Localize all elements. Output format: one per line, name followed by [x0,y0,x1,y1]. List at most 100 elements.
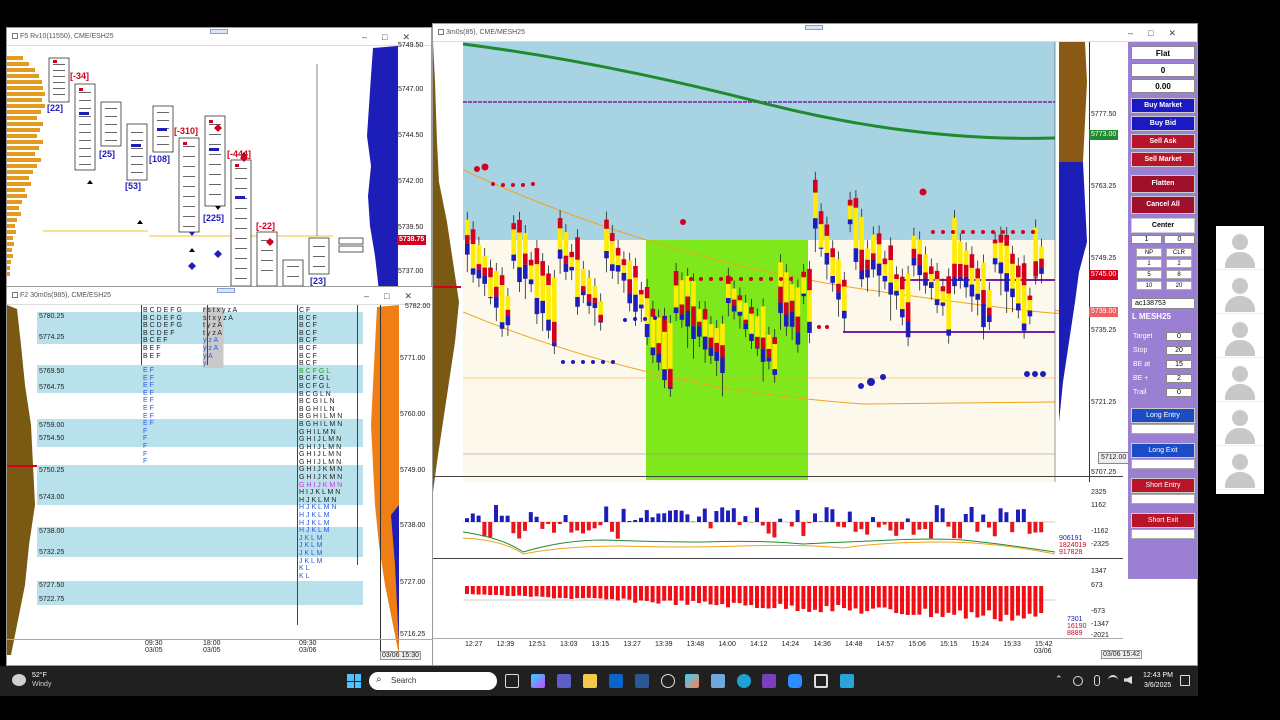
candle-segment [830,276,835,283]
osc-bar [523,522,527,531]
cancel-all-button[interactable]: Cancel All [1131,196,1195,214]
sell-market-button[interactable]: Sell Market [1131,152,1195,167]
weather-temp[interactable]: 52°F [32,672,47,679]
preset-5[interactable]: 5 [1136,270,1162,279]
window-controls[interactable]: ‒□✕ [1128,24,1191,42]
candle-segment [1039,246,1044,259]
window-main-chart[interactable]: 3m0s(85), CME/MESH25 ‒□✕ 5777.50 5763.25… [432,23,1198,666]
window-ticks-chart[interactable]: F5 Rv10(11550), CME/ESH25 ‒□✕ [-34] [22]… [6,27,432,290]
copilot-icon[interactable] [531,674,545,688]
tpo-row: B C F [299,329,317,337]
task-view-icon[interactable] [505,674,519,688]
mic-icon[interactable] [1094,675,1100,686]
sell-ask-button[interactable]: Sell Ask [1131,134,1195,149]
long-exit-dropdown[interactable] [1131,459,1195,469]
stop-input[interactable]: 20 [1166,346,1192,355]
osc-bar [621,586,626,599]
weather-icon[interactable] [12,674,26,686]
buy-market-button[interactable]: Buy Market [1131,98,1195,113]
be-at-input[interactable]: 15 [1166,360,1192,369]
osc-bar [569,522,574,533]
candle-segment [818,211,824,225]
drag-handle-icon[interactable] [805,25,823,30]
participant-avatar[interactable] [1216,402,1264,446]
participant-avatar[interactable] [1216,270,1264,314]
preset-10[interactable]: 10 [1136,281,1162,290]
tpo-row: H I J K L M N [299,489,341,497]
center-button[interactable]: Center [1131,218,1195,233]
participant-avatar[interactable] [1216,314,1264,358]
drag-handle-icon[interactable] [217,288,235,293]
app-window-icon[interactable] [814,674,828,688]
osc-bar [685,586,690,605]
clock-time[interactable]: 12:43 PM [1143,672,1173,679]
volume-icon[interactable] [1124,676,1132,684]
trading-app-icon[interactable] [840,674,854,688]
candle-segment [894,290,899,296]
osc-bar [766,522,771,534]
clock-date[interactable]: 3/6/2025 [1144,682,1171,689]
value-area-band [37,581,363,605]
long-entry-dropdown[interactable] [1131,424,1195,434]
osc-bar [656,513,661,522]
osc-bar [992,522,997,537]
preset-1[interactable]: 1 [1136,259,1162,268]
tray-chevron-icon[interactable]: ⌃ [1055,674,1063,685]
osc-bar [534,586,539,597]
notification-icon[interactable] [1180,675,1190,686]
candle-segment [801,271,806,278]
short-entry-dropdown[interactable] [1131,494,1195,504]
app-icon[interactable] [635,674,649,688]
osc-bar [847,511,852,522]
target-input[interactable]: 0 [1166,332,1192,341]
chatgpt-icon[interactable] [661,674,675,688]
participant-avatar[interactable] [1216,226,1264,270]
search-box[interactable]: ⌕ Search [369,672,497,690]
network-icon[interactable] [1073,676,1083,686]
trail-input[interactable]: 0 [1166,388,1192,397]
quantity-stepper[interactable]: 1 [1131,235,1162,244]
participant-avatar[interactable] [1216,446,1264,490]
volume-profile-right [1059,42,1087,422]
visual-studio-icon[interactable] [762,674,776,688]
short-exit-dropdown[interactable] [1131,529,1195,539]
be-plus-input[interactable]: 2 [1166,374,1192,383]
teams-icon[interactable] [557,674,571,688]
short-entry-button[interactable]: Short Entry [1131,478,1195,493]
osc-bar [505,586,510,596]
preset-clr[interactable]: CLR [1166,248,1192,257]
osc-bar [737,522,742,526]
account-select[interactable]: ac138753 [1131,298,1195,309]
osc-bar [807,586,812,612]
preset-np[interactable]: NP [1136,248,1162,257]
candle-segment [720,345,725,358]
wifi-icon[interactable] [1108,675,1118,685]
photos-icon[interactable] [711,674,725,688]
window-tpo-chart[interactable]: F2 30m0s(985), CME/ESH25 ‒□✕ 5780.25 577… [6,286,434,666]
candle-segment [731,299,737,306]
participant-avatar[interactable] [1216,358,1264,402]
copilot-app-icon[interactable] [685,674,699,688]
candle-segment [1004,273,1009,292]
preset-20[interactable]: 20 [1166,281,1192,290]
short-exit-button[interactable]: Short Exit [1131,513,1195,528]
long-entry-button[interactable]: Long Entry [1131,408,1195,423]
osc-bar [650,586,655,603]
preset-2[interactable]: 2 [1166,259,1192,268]
quantity-field-2[interactable]: 0 [1164,235,1195,244]
zoom-icon[interactable] [788,674,802,688]
preset-8[interactable]: 8 [1166,270,1192,279]
edge-icon[interactable] [737,674,751,688]
candle-segment [905,302,911,322]
osc-bar [668,510,672,522]
outlook-icon[interactable] [609,674,623,688]
long-exit-button[interactable]: Long Exit [1131,443,1195,458]
file-explorer-icon[interactable] [583,674,597,688]
buy-bid-button[interactable]: Buy Bid [1131,116,1195,131]
drag-handle-icon[interactable] [210,29,228,34]
flatten-button[interactable]: Flatten [1131,175,1195,193]
candle-segment [813,179,818,193]
weather-desc[interactable]: Windy [32,681,51,688]
start-icon[interactable] [347,674,361,688]
candle-segment [511,229,516,255]
